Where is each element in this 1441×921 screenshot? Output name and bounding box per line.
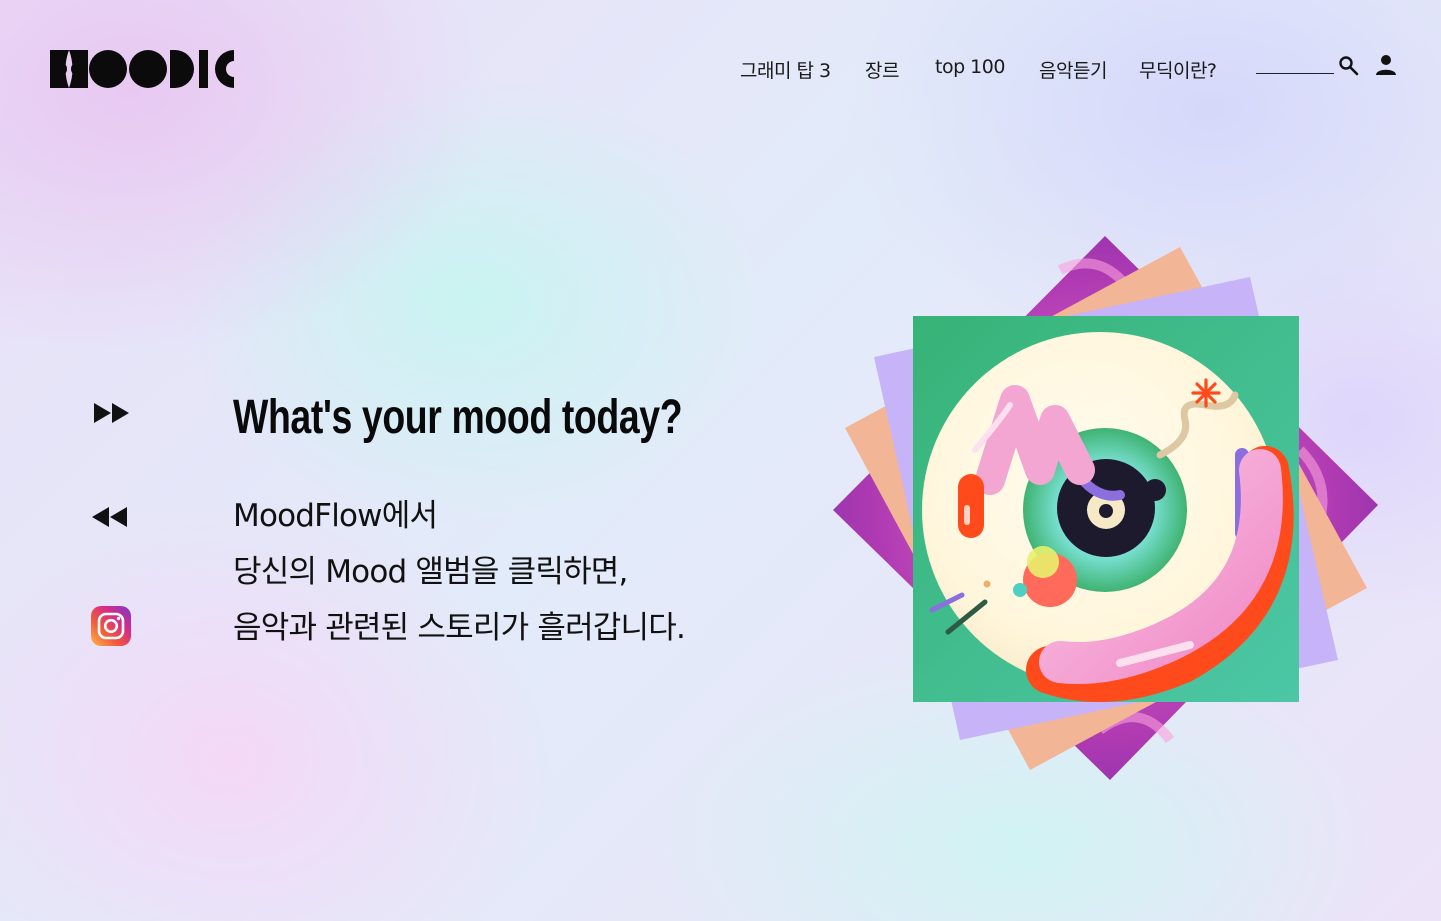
nav-top100[interactable]: top 100	[935, 56, 1005, 78]
hero-line-2: 당신의 Mood 앨범을 클릭하면,	[233, 554, 628, 590]
hero-line-3: 음악과 관련된 스토리가 흘러갑니다.	[233, 610, 686, 646]
nav-about-moodic[interactable]: 무딕이란?	[1139, 56, 1217, 83]
instagram-icon[interactable]	[90, 605, 132, 647]
nav-genre[interactable]: 장르	[865, 56, 899, 83]
person-icon[interactable]	[1374, 53, 1398, 77]
vinyl-album-stack-icon	[833, 236, 1378, 780]
rewind-icon[interactable]	[90, 505, 130, 529]
moodic-logo-icon	[50, 50, 234, 88]
hero-line-1: MoodFlow에서	[233, 498, 438, 534]
search-input[interactable]	[1256, 73, 1334, 74]
moodic-logo[interactable]	[50, 50, 234, 88]
fast-forward-icon[interactable]	[92, 401, 132, 425]
search-icon[interactable]	[1338, 55, 1360, 77]
nav-grammy-top3[interactable]: 그래미 탑 3	[740, 56, 831, 83]
nav-listen-music[interactable]: 음악듣기	[1039, 56, 1107, 83]
hero-headline: What's your mood today?	[233, 391, 683, 444]
album-art[interactable]	[830, 230, 1390, 790]
